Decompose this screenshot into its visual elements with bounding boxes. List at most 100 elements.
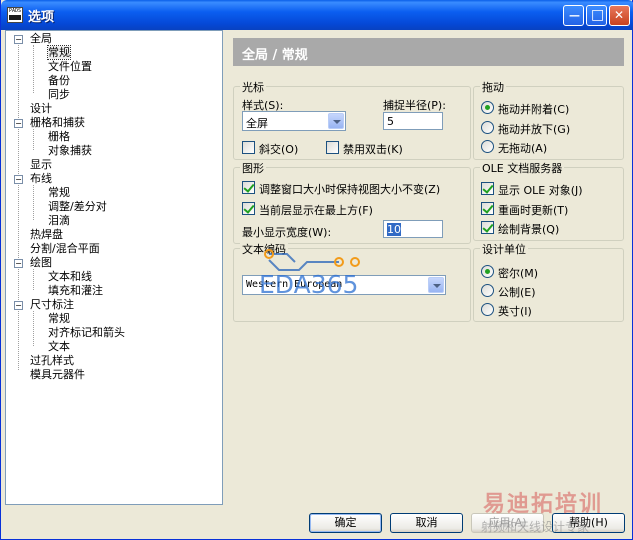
watermark-circuit-graphic [264, 249, 360, 271]
tree-item-label: 布线 [30, 172, 52, 185]
tree-item-grid[interactable]: 栅格 [48, 130, 70, 144]
keep-view-size-checkbox[interactable]: 调整窗口大小时保持视图大小不变(Z) [242, 180, 467, 196]
radio-dot[interactable] [481, 101, 494, 114]
current-layer-top-checkbox[interactable]: 当前层显示在最上方(F) [242, 201, 422, 217]
checkbox-box[interactable] [242, 202, 255, 215]
tree-item-label: 同步 [48, 88, 70, 101]
tree-item-object-snap[interactable]: 对象捕获 [48, 144, 92, 158]
collapse-icon[interactable]: − [14, 175, 23, 184]
tree-item-teardrops[interactable]: 泪滴 [48, 214, 70, 228]
options-dialog: PADS 选项 — □ ✕ − 全局 常规 文件位置 备份 同步 设计 − 栅格… [0, 0, 633, 540]
tree-item-thermals[interactable]: 热焊盘 [30, 228, 63, 242]
cursor-style-select[interactable]: 全屏 [242, 111, 346, 131]
tree-item-label: 过孔样式 [30, 354, 74, 367]
tree-item-label: 设计 [30, 102, 52, 115]
watermark-training: 易迪拓培训 [483, 492, 604, 517]
options-tree[interactable]: − 全局 常规 文件位置 备份 同步 设计 − 栅格和捕获 栅格 对象捕获 显示… [5, 30, 223, 505]
chevron-down-icon[interactable] [328, 113, 344, 129]
page-title: 全局 / 常规 [242, 48, 308, 63]
update-on-redraw-label: 重画时更新(T) [498, 204, 569, 217]
disable-double-click-checkbox[interactable]: 禁用双击(K) [326, 140, 426, 156]
tree-item-label: 文本和线 [48, 270, 92, 283]
snap-radius-label: 捕捉半径(P): [383, 99, 446, 112]
drag-attach-label: 拖动并附着(C) [498, 103, 570, 116]
tree-item-routing-general[interactable]: 常规 [48, 186, 70, 200]
tree-item-dim-general[interactable]: 常规 [48, 312, 70, 326]
tree-item-label: 分割/混合平面 [30, 242, 100, 255]
tree-item-tuning-diffpair[interactable]: 调整/差分对 [48, 200, 107, 214]
tree-item-label: 常规 [48, 186, 70, 199]
tree-item-label: 填充和灌注 [48, 284, 103, 297]
tree-item-display[interactable]: 显示 [30, 158, 52, 172]
minimize-button[interactable]: — [563, 5, 584, 26]
close-button[interactable]: ✕ [609, 5, 630, 26]
checkbox-box[interactable] [326, 141, 339, 154]
tree-item-label: 对象捕获 [48, 144, 92, 157]
collapse-icon[interactable]: − [14, 119, 23, 128]
collapse-icon[interactable]: − [14, 301, 23, 310]
title-bar[interactable]: PADS 选项 — □ ✕ [1, 0, 633, 30]
tree-item-fill-flood[interactable]: 填充和灌注 [48, 284, 103, 298]
tree-item-dim-text[interactable]: 文本 [48, 340, 70, 354]
show-ole-objects-label: 显示 OLE 对象(J) [498, 184, 583, 197]
drag-group: 拖动 拖动并附着(C) 拖动并放下(G) 无拖动(A) [473, 79, 624, 160]
radio-dot[interactable] [481, 140, 494, 153]
tree-item-label: 尺寸标注 [30, 298, 74, 311]
tree-item-label: 显示 [30, 158, 52, 171]
units-metric-radio[interactable]: 公制(E) [481, 283, 601, 299]
disable-double-click-label: 禁用双击(K) [343, 143, 403, 156]
units-mils-radio[interactable]: 密尔(M) [481, 264, 601, 280]
draw-background-checkbox[interactable]: 绘制背景(Q) [481, 220, 611, 236]
units-inches-radio[interactable]: 英寸(I) [481, 302, 601, 318]
tree-item-label: 栅格和捕获 [30, 116, 85, 129]
tree-item-via-styles[interactable]: 过孔样式 [30, 354, 74, 368]
checkbox-box[interactable] [481, 202, 494, 215]
chevron-down-icon[interactable] [428, 277, 444, 293]
ole-group-title: OLE 文档服务器 [480, 160, 565, 176]
cursor-group: 光标 样式(S): 全屏 捕捉半径(P): 5 斜交(O) 禁用双击(K) [233, 79, 471, 160]
app-icon-text: PADS [8, 8, 22, 14]
snap-radius-input[interactable]: 5 [383, 112, 443, 130]
tree-item-file-locations[interactable]: 文件位置 [48, 60, 92, 74]
no-drag-radio[interactable]: 无拖动(A) [481, 139, 601, 155]
cancel-button[interactable]: 取消 [390, 513, 463, 533]
checkbox-box[interactable] [242, 181, 255, 194]
radio-dot[interactable] [481, 265, 494, 278]
tree-item-label: 栅格 [48, 130, 70, 143]
tree-item-label: 对齐标记和箭头 [48, 326, 125, 339]
drag-attach-radio[interactable]: 拖动并附着(C) [481, 100, 601, 116]
tree-item-backup[interactable]: 备份 [48, 74, 70, 88]
pads-app-icon: PADS [7, 7, 23, 23]
ortho-checkbox[interactable]: 斜交(O) [242, 140, 322, 156]
collapse-icon[interactable]: − [14, 35, 23, 44]
draw-background-label: 绘制背景(Q) [498, 223, 560, 236]
tree-item-split-mixed-plane[interactable]: 分割/混合平面 [30, 242, 100, 256]
ok-button[interactable]: 确定 [309, 513, 382, 533]
update-on-redraw-checkbox[interactable]: 重画时更新(T) [481, 201, 611, 217]
current-layer-top-label: 当前层显示在最上方(F) [259, 204, 373, 217]
tree-item-label: 备份 [48, 74, 70, 87]
checkbox-box[interactable] [242, 141, 255, 154]
min-display-width-input[interactable]: 10 [383, 220, 443, 238]
tree-item-label: 全局 [30, 32, 52, 45]
radio-dot[interactable] [481, 284, 494, 297]
tree-item-label: 绘图 [30, 256, 52, 269]
design-units-group-title: 设计单位 [480, 241, 528, 257]
show-ole-objects-checkbox[interactable]: 显示 OLE 对象(J) [481, 181, 611, 197]
tree-item-global-general[interactable]: 常规 [47, 45, 71, 60]
tree-item-align-markers-arrows[interactable]: 对齐标记和箭头 [48, 326, 125, 340]
maximize-button[interactable]: □ [586, 5, 607, 26]
radio-dot[interactable] [481, 303, 494, 316]
radio-dot[interactable] [481, 121, 494, 134]
collapse-icon[interactable]: − [14, 259, 23, 268]
checkbox-box[interactable] [481, 221, 494, 234]
drag-drop-radio[interactable]: 拖动并放下(G) [481, 120, 601, 136]
no-drag-label: 无拖动(A) [498, 142, 548, 155]
tree-item-design[interactable]: 设计 [30, 102, 52, 116]
units-metric-label: 公制(E) [498, 286, 536, 299]
tree-item-text-lines[interactable]: 文本和线 [48, 270, 92, 284]
tree-item-die-component[interactable]: 模具元器件 [30, 368, 85, 382]
tree-item-sync[interactable]: 同步 [48, 88, 70, 102]
ortho-label: 斜交(O) [259, 143, 299, 156]
checkbox-box[interactable] [481, 182, 494, 195]
